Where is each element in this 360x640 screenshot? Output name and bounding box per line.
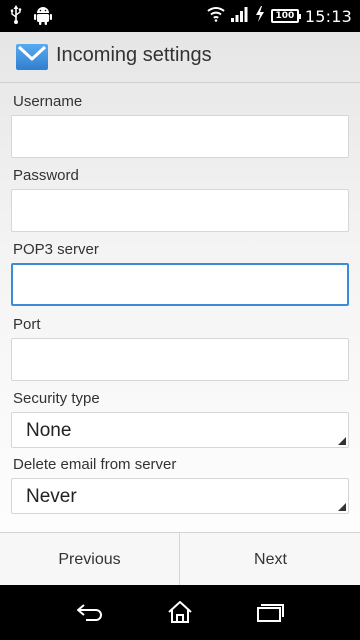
status-bar: 100 15:13: [0, 0, 360, 32]
home-icon[interactable]: [162, 597, 198, 627]
dropdown-corner-icon: [338, 437, 346, 445]
password-field[interactable]: [11, 189, 349, 232]
battery-icon: 100: [270, 9, 301, 23]
delete-email-label: Delete email from server: [13, 456, 177, 473]
email-envelope-icon: [16, 44, 48, 70]
delete-email-value: Never: [26, 486, 77, 507]
port-field[interactable]: [11, 338, 349, 381]
previous-button[interactable]: Previous: [0, 533, 179, 586]
navigation-bar: [0, 585, 360, 640]
android-icon: [34, 5, 52, 30]
status-time: 15:13: [304, 6, 352, 26]
next-button[interactable]: Next: [181, 533, 360, 586]
charging-icon: [255, 5, 265, 27]
button-divider: [179, 533, 180, 586]
button-bar: Previous Next: [0, 532, 360, 586]
battery-level: 100: [275, 11, 295, 21]
security-type-label: Security type: [13, 390, 100, 407]
port-label: Port: [13, 316, 41, 333]
username-field[interactable]: [11, 115, 349, 158]
usb-icon: [10, 5, 22, 30]
delete-email-dropdown[interactable]: Never: [11, 478, 349, 514]
recent-apps-icon[interactable]: [252, 597, 288, 627]
action-bar: Incoming settings: [0, 32, 360, 83]
pop3-server-field[interactable]: [11, 263, 349, 306]
security-type-dropdown[interactable]: None: [11, 412, 349, 448]
dropdown-corner-icon: [338, 503, 346, 511]
wifi-icon: [207, 6, 225, 27]
password-label: Password: [13, 167, 79, 184]
page-title: Incoming settings: [56, 44, 212, 66]
pop3-server-label: POP3 server: [13, 241, 99, 258]
signal-icon: [230, 6, 249, 27]
incoming-settings-screen: Incoming settings Username Password POP3…: [0, 32, 360, 586]
security-type-value: None: [26, 420, 72, 441]
username-label: Username: [13, 93, 83, 110]
back-icon[interactable]: [72, 597, 108, 627]
